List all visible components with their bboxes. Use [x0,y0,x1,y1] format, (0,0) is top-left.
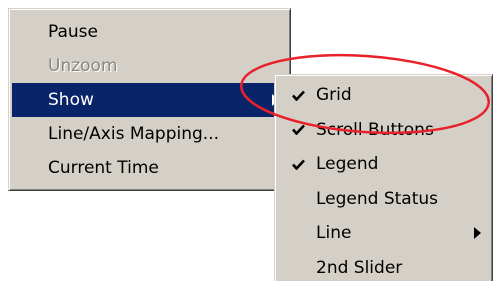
menu-item-label: Unzoom [48,56,118,76]
menu-item-label: Pause [48,22,98,42]
check-icon [288,147,308,182]
menu-item-label: Current Time [48,158,159,178]
chevron-right-icon [474,216,481,251]
screenshot-stage: Pause Unzoom Show Line/Axis Mapping... C… [0,0,493,281]
submenu-item-label: Grid [316,85,352,105]
check-icon [288,78,308,113]
menu-item-show[interactable]: Show [12,83,287,117]
submenu-item-legend-status[interactable]: Legend Status [278,182,489,217]
menu-item-current-time[interactable]: Current Time [12,151,287,185]
show-submenu: Grid Scroll Buttons Legend Legend Status… [274,74,493,281]
check-icon [288,113,308,148]
submenu-item-legend[interactable]: Legend [278,147,489,182]
submenu-item-grid[interactable]: Grid [278,78,489,113]
menu-item-label: Line/Axis Mapping... [48,124,219,144]
submenu-item-label: Legend [316,154,379,174]
menu-item-unzoom: Unzoom [12,49,287,83]
submenu-item-scroll-buttons[interactable]: Scroll Buttons [278,113,489,148]
submenu-item-label: Line [316,223,352,243]
context-menu: Pause Unzoom Show Line/Axis Mapping... C… [8,8,291,191]
submenu-item-label: Legend Status [316,188,439,209]
menu-item-label: Show [48,90,94,110]
submenu-item-2nd-slider[interactable]: 2nd Slider [278,251,489,281]
submenu-item-line[interactable]: Line [278,216,489,251]
submenu-item-label: Scroll Buttons [316,119,434,140]
submenu-item-label: 2nd Slider [316,257,403,278]
menu-item-line-axis-mapping[interactable]: Line/Axis Mapping... [12,117,287,151]
menu-item-pause[interactable]: Pause [12,15,287,49]
